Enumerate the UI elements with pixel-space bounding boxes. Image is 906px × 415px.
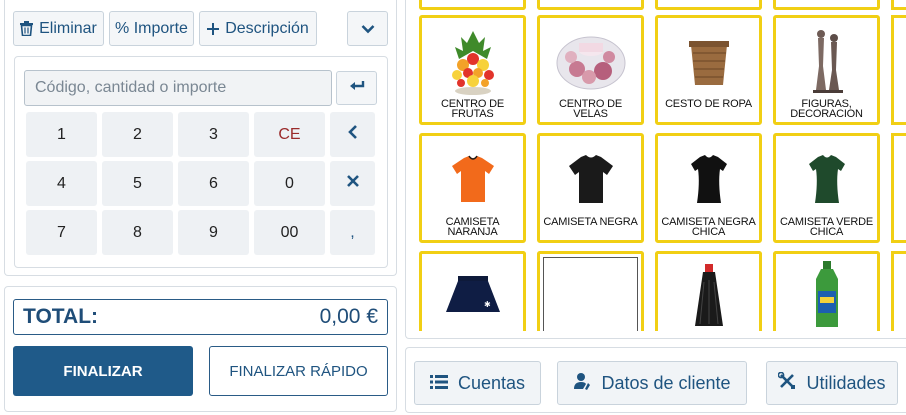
enter-button[interactable]	[336, 71, 377, 105]
chevron-left-icon	[347, 124, 358, 145]
product-label: CESTO DE ROPA	[665, 98, 752, 110]
code-input[interactable]	[24, 70, 332, 106]
key-7[interactable]: 7	[26, 210, 97, 255]
enter-arrow-icon	[349, 79, 365, 97]
tools-icon	[778, 371, 796, 395]
fruit-basket-icon	[422, 22, 523, 100]
product-tile-mop[interactable]	[655, 251, 762, 331]
key-4[interactable]: 4	[26, 161, 97, 206]
product-tile-partial[interactable]	[891, 0, 906, 10]
accounts-button[interactable]: Cuentas	[414, 361, 541, 405]
product-tile-partial[interactable]	[773, 0, 880, 10]
detergent-bottle-icon	[776, 258, 877, 330]
total-value: 0,00 €	[319, 305, 378, 328]
product-tile-detergent[interactable]	[773, 251, 880, 331]
close-icon	[346, 174, 360, 193]
product-tile-black-women-tshirt[interactable]: CAMISETA NEGRA CHICA	[655, 133, 762, 243]
customer-data-button[interactable]: Datos de cliente	[557, 361, 747, 405]
tshirt-black-women-icon	[658, 140, 759, 218]
candle-bowl-icon	[540, 22, 641, 100]
product-label: CAMISETA NEGRA CHICA	[661, 216, 756, 238]
product-tile-empty[interactable]	[537, 251, 644, 331]
product-tile-green-women-tshirt[interactable]: CAMISETA VERDE CHICA	[773, 133, 880, 243]
key-clear-entry[interactable]: CE	[254, 112, 325, 157]
product-tile-skirt[interactable]: ✱	[419, 251, 526, 331]
skirt-navy-icon: ✱	[422, 264, 523, 324]
mop-icon	[658, 260, 759, 330]
trash-icon	[20, 21, 34, 36]
product-tile-partial[interactable]	[891, 251, 906, 331]
product-label: FIGURAS, DECORACION	[790, 98, 863, 120]
clear-key[interactable]	[330, 161, 375, 206]
amount-label: % Importe	[115, 19, 188, 37]
key-8[interactable]: 8	[102, 210, 173, 255]
product-tile-candle-centerpiece[interactable]: CENTRO DE VELAS	[537, 15, 644, 125]
finalize-button[interactable]: FINALIZAR	[13, 346, 193, 396]
tshirt-orange-icon	[422, 140, 523, 218]
product-tile-partial[interactable]	[655, 0, 762, 10]
customer-data-label: Datos de cliente	[601, 372, 731, 393]
empty-frame-icon	[543, 257, 638, 331]
delete-label: Eliminar	[39, 19, 97, 37]
utilities-label: Utilidades	[806, 372, 886, 393]
description-label: Descripción	[225, 19, 309, 37]
key-0[interactable]: 0	[254, 161, 325, 206]
list-icon	[429, 373, 448, 394]
tshirt-green-women-icon	[776, 140, 877, 218]
product-tile-figurines[interactable]: FIGURAS, DECORACION	[773, 15, 880, 125]
product-label: CAMISETA NARANJA	[445, 216, 500, 238]
key-00[interactable]: 00	[254, 210, 325, 255]
figurines-icon	[776, 22, 877, 100]
product-label: CAMISETA NEGRA	[543, 216, 638, 228]
product-label: CENTRO DE VELAS	[559, 98, 622, 120]
product-label: CAMISETA VERDE CHICA	[780, 216, 873, 238]
key-1[interactable]: 1	[26, 112, 97, 157]
product-tile-black-tshirt[interactable]: CAMISETA NEGRA	[537, 133, 644, 243]
key-3[interactable]: 3	[178, 112, 249, 157]
chevron-down-icon	[361, 24, 375, 34]
product-tile-laundry-basket[interactable]: CESTO DE ROPA	[655, 15, 762, 125]
user-icon	[573, 372, 591, 395]
finalize-fast-button[interactable]: FINALIZAR RÁPIDO	[209, 346, 388, 396]
key-9[interactable]: 9	[178, 210, 249, 255]
amount-button[interactable]: % Importe	[109, 11, 194, 46]
key-5[interactable]: 5	[102, 161, 173, 206]
product-tile-partial[interactable]	[891, 15, 906, 125]
key-6[interactable]: 6	[178, 161, 249, 206]
product-tile-orange-tshirt[interactable]: CAMISETA NARANJA	[419, 133, 526, 243]
svg-text:✱: ✱	[484, 300, 491, 309]
utilities-button[interactable]: Utilidades	[766, 361, 898, 405]
product-tile-fruit-centerpiece[interactable]: CENTRO DE FRUTAS	[419, 15, 526, 125]
product-tile-partial[interactable]	[537, 0, 644, 10]
plus-icon	[207, 22, 220, 35]
total-label: TOTAL:	[23, 305, 99, 328]
product-label: CENTRO DE FRUTAS	[441, 98, 504, 120]
key-2[interactable]: 2	[102, 112, 173, 157]
add-description-button[interactable]: Descripción	[199, 11, 317, 46]
delete-button[interactable]: Eliminar	[13, 11, 104, 46]
tshirt-black-icon	[540, 140, 641, 218]
product-tile-partial[interactable]	[891, 133, 906, 243]
total-display: TOTAL: 0,00 €	[13, 299, 388, 335]
key-comma[interactable]: ,	[330, 210, 375, 255]
product-tile-partial[interactable]	[419, 0, 526, 10]
laundry-basket-icon	[658, 22, 759, 100]
accounts-label: Cuentas	[457, 372, 526, 393]
backspace-key[interactable]	[330, 112, 375, 157]
expand-button[interactable]	[347, 11, 388, 46]
